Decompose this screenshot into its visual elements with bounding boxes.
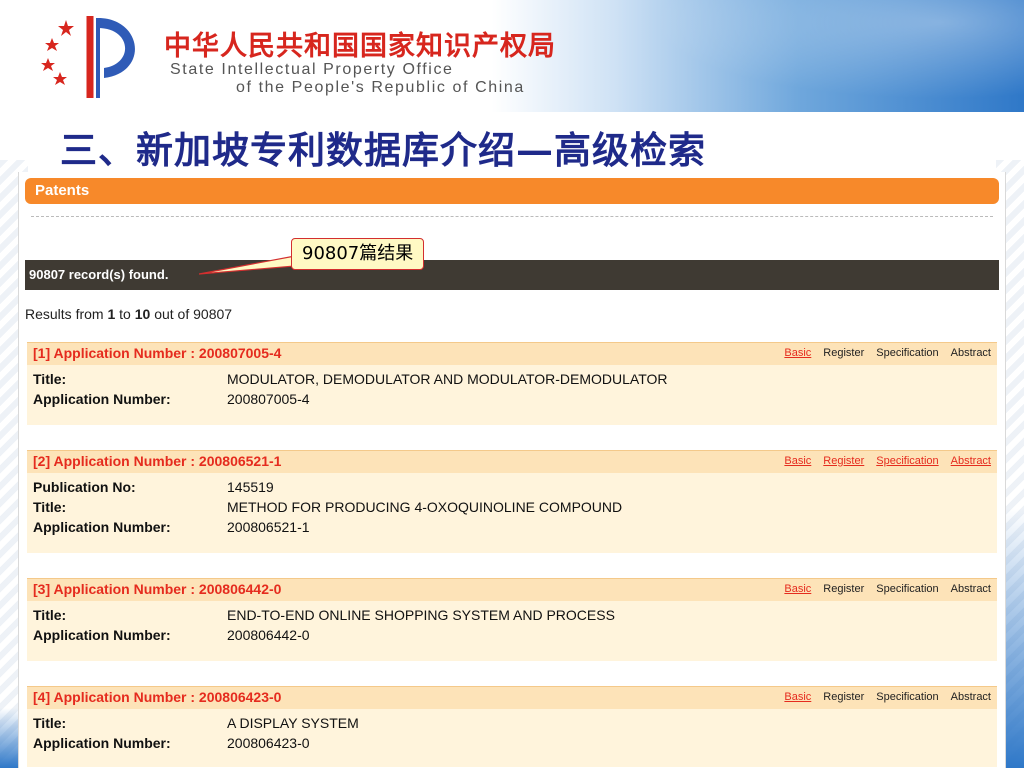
result-application-link[interactable]: [1] Application Number : 200807005-4 [33,345,281,361]
result-item: [2] Application Number : 200806521-1 Bas… [27,450,997,553]
title-field: Title: METHOD FOR PRODUCING 4-OXOQUINOLI… [33,497,991,517]
application-number-field: Application Number: 200806521-1 [33,517,991,537]
abstract-link[interactable]: Abstract [951,691,991,703]
basic-link[interactable]: Basic [784,691,811,703]
result-links: Basic Register Specification Abstract [772,347,991,359]
sipo-logo-icon [41,16,135,98]
title-label: Title: [33,371,67,387]
result-application-link[interactable]: [2] Application Number : 200806521-1 [33,453,281,469]
result-body: Title: MODULATOR, DEMODULATOR AND MODULA… [27,365,997,425]
result-item: [4] Application Number : 200806423-0 Bas… [27,686,997,767]
header-wave-decoration [604,0,1024,112]
results-total: out of 90807 [150,306,233,322]
register-link[interactable]: Register [823,583,864,595]
publication-no-field: Publication No: 145519 [33,477,991,497]
basic-link[interactable]: Basic [784,583,811,595]
publication-no-value: 145519 [227,479,274,495]
org-name-en-line2: of the People's Republic of China [236,79,525,96]
results-to-word: to [115,306,135,322]
title-label: Title: [33,607,67,623]
title-value: A DISPLAY SYSTEM [227,715,359,731]
divider [31,216,993,217]
application-number-label: Application Number: [33,391,171,407]
result-item: [1] Application Number : 200807005-4 Bas… [27,342,997,425]
specification-link[interactable]: Specification [876,583,938,595]
title-value: END-TO-END ONLINE SHOPPING SYSTEM AND PR… [227,607,615,623]
result-header: [1] Application Number : 200807005-4 Bas… [27,342,997,365]
title-label: Title: [33,499,67,515]
callout-pointer [199,255,296,275]
result-count-callout: 90807篇结果 [291,238,425,270]
result-body: Title: END-TO-END ONLINE SHOPPING SYSTEM… [27,601,997,661]
abstract-link[interactable]: Abstract [951,583,991,595]
register-link[interactable]: Register [823,347,864,359]
org-name-en-line1: State Intellectual Property Office [170,61,454,78]
org-name-cn: 中华人民共和国国家知识产权局 [164,31,556,62]
results-to-number: 10 [134,306,151,322]
application-number-value: 200807005-4 [227,391,310,407]
slide-title: 三、新加坡专利数据库介绍—高级检索 [60,128,706,172]
abstract-link[interactable]: Abstract [951,347,991,359]
results-range-text: Results from 1 to 10 out of 90807 [25,306,232,322]
result-body: Publication No: 145519 Title: METHOD FOR… [27,473,997,553]
application-number-label: Application Number: [33,627,171,643]
specification-link[interactable]: Specification [876,691,938,703]
application-number-value: 200806521-1 [227,519,310,535]
result-links: Basic Register Specification Abstract [772,583,991,595]
application-number-value: 200806442-0 [227,627,310,643]
slide-header: 中华人民共和国国家知识产权局 State Intellectual Proper… [0,0,1024,112]
abstract-link[interactable]: Abstract [951,455,991,467]
result-body: Title: A DISPLAY SYSTEM Application Numb… [27,709,997,767]
title-value: METHOD FOR PRODUCING 4-OXOQUINOLINE COMP… [227,499,623,515]
result-header: [2] Application Number : 200806521-1 Bas… [27,450,997,473]
result-links: Basic Register Specification Abstract [772,455,991,467]
publication-no-label: Publication No: [33,479,136,495]
result-application-link[interactable]: [3] Application Number : 200806442-0 [33,581,281,597]
records-found-bar: 90807 record(s) found. [25,260,999,290]
application-number-label: Application Number: [33,519,171,535]
application-number-field: Application Number: 200807005-4 [33,389,991,409]
result-header: [4] Application Number : 200806423-0 Bas… [27,686,997,709]
application-number-field: Application Number: 200806423-0 [33,733,991,753]
result-item: [3] Application Number : 200806442-0 Bas… [27,578,997,661]
title-value: MODULATOR, DEMODULATOR AND MODULATOR-DEM… [227,371,668,387]
result-application-link[interactable]: [4] Application Number : 200806423-0 [33,689,281,705]
specification-link[interactable]: Specification [876,347,938,359]
title-field: Title: MODULATOR, DEMODULATOR AND MODULA… [33,369,991,389]
result-header: [3] Application Number : 200806442-0 Bas… [27,578,997,601]
result-links: Basic Register Specification Abstract [772,691,991,703]
application-number-value: 200806423-0 [227,735,310,751]
register-link[interactable]: Register [823,455,864,467]
title-field: Title: A DISPLAY SYSTEM [33,713,991,733]
basic-link[interactable]: Basic [784,455,811,467]
register-link[interactable]: Register [823,691,864,703]
patent-search-results-page: Patents 90807 record(s) found. 90807篇结果 … [18,172,1006,768]
basic-link[interactable]: Basic [784,347,811,359]
specification-link[interactable]: Specification [876,455,938,467]
application-number-label: Application Number: [33,735,171,751]
results-prefix: Results from [25,306,108,322]
patents-section-bar: Patents [25,178,999,204]
title-label: Title: [33,715,67,731]
application-number-field: Application Number: 200806442-0 [33,625,991,645]
title-field: Title: END-TO-END ONLINE SHOPPING SYSTEM… [33,605,991,625]
